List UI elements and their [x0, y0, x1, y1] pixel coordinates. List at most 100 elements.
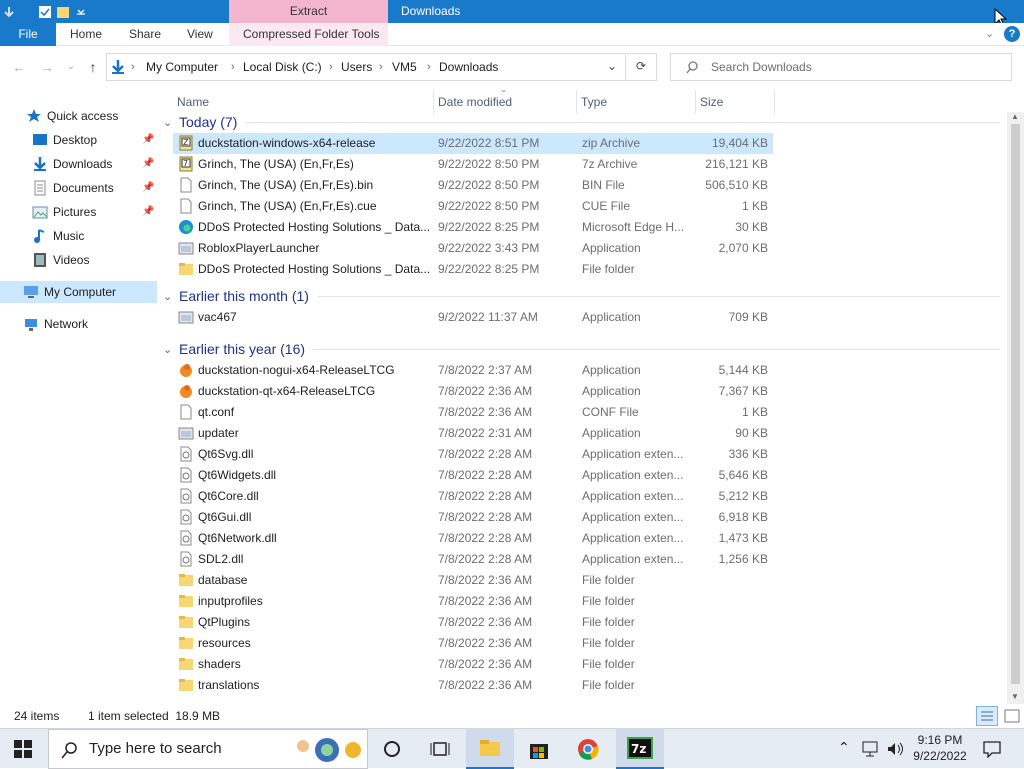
- file-row[interactable]: database 7/8/2022 2:36 AM File folder: [173, 570, 773, 591]
- tab-file[interactable]: File: [0, 23, 56, 46]
- taskbar-search[interactable]: Type here to search: [48, 729, 368, 769]
- nav-my-computer[interactable]: My Computer: [0, 281, 157, 303]
- breadcrumb-local-disk[interactable]: Local Disk (C:): [243, 54, 322, 80]
- file-row[interactable]: resources 7/8/2022 2:36 AM File folder: [173, 633, 773, 654]
- show-hidden-icons-icon[interactable]: ⌃: [838, 739, 850, 756]
- file-explorer-taskbar-icon[interactable]: [466, 729, 514, 769]
- task-view-icon[interactable]: [368, 729, 416, 769]
- chrome-icon[interactable]: [564, 729, 612, 769]
- file-row[interactable]: duckstation-nogui-x64-ReleaseLTCG 7/8/202…: [173, 360, 773, 381]
- help-icon[interactable]: ?: [1004, 26, 1020, 42]
- item-count: 24 items: [14, 709, 60, 723]
- group-header[interactable]: ⌄ Earlier this year (16): [157, 339, 1000, 359]
- recent-locations-icon[interactable]: ⌄: [62, 58, 80, 76]
- file-row[interactable]: DDoS Protected Hosting Solutions _ Data.…: [173, 259, 773, 280]
- scroll-up-icon[interactable]: ▲: [1011, 112, 1019, 121]
- back-arrow-icon[interactable]: ←: [10, 58, 28, 76]
- nav-network[interactable]: Network: [23, 313, 153, 335]
- search-field[interactable]: Search Downloads: [670, 53, 1012, 81]
- address-dropdown-icon[interactable]: ⌄: [607, 59, 617, 73]
- column-type[interactable]: Type: [577, 90, 696, 114]
- file-row[interactable]: DDoS Protected Hosting Solutions _ Data.…: [173, 217, 773, 238]
- group-header[interactable]: ⌄ Today (7): [157, 112, 1000, 132]
- taskbar-search-input[interactable]: Type here to search: [89, 730, 222, 768]
- new-folder-icon[interactable]: [56, 5, 70, 19]
- expand-ribbon-icon[interactable]: ⌄: [985, 27, 994, 40]
- file-row[interactable]: 7 Grinch, The (USA) (En,Fr,Es) 9/22/2022 8…: [173, 154, 773, 175]
- file-row[interactable]: qt.conf 7/8/2022 2:36 AM CONF File 1 KB: [173, 402, 773, 423]
- svg-text:7: 7: [183, 159, 188, 168]
- pin-icon[interactable]: 📌: [142, 153, 154, 175]
- details-view-icon[interactable]: [976, 706, 998, 726]
- file-type: File folder: [582, 262, 635, 276]
- file-row[interactable]: Grinch, The (USA) (En,Fr,Es).bin 9/22/202…: [173, 175, 773, 196]
- search-input[interactable]: Search Downloads: [711, 54, 812, 80]
- file-row[interactable]: Qt6Gui.dll 7/8/2022 2:28 AM Application ex…: [173, 507, 773, 528]
- breadcrumb-my-computer[interactable]: My Computer: [146, 54, 218, 80]
- customize-qat-icon[interactable]: [74, 5, 88, 19]
- pin-icon[interactable]: 📌: [142, 201, 154, 223]
- file-row[interactable]: RobloxPlayerLauncher 9/22/2022 3:43 PM App…: [173, 238, 773, 259]
- refresh-icon[interactable]: ⟳: [636, 59, 646, 73]
- file-row[interactable]: inputprofiles 7/8/2022 2:36 AM File folder: [173, 591, 773, 612]
- nav-music[interactable]: Music: [32, 225, 156, 247]
- file-row[interactable]: SDL2.dll 7/8/2022 2:28 AM Application exte…: [173, 549, 773, 570]
- breadcrumb-users[interactable]: Users: [341, 54, 372, 80]
- nav-desktop[interactable]: Desktop 📌: [32, 129, 156, 151]
- address-bar[interactable]: › My Computer › Local Disk (C:) › Users …: [106, 53, 657, 81]
- clock[interactable]: 9:16 PM 9/22/2022: [904, 732, 976, 764]
- breadcrumb-separator-icon: ›: [427, 61, 431, 73]
- file-row[interactable]: Qt6Network.dll 7/8/2022 2:28 AM Applicatio…: [173, 528, 773, 549]
- network-status-icon[interactable]: [862, 740, 880, 761]
- large-icons-view-icon[interactable]: [1002, 706, 1022, 726]
- tab-home[interactable]: Home: [70, 23, 102, 46]
- forward-arrow-icon[interactable]: →: [38, 58, 56, 76]
- file-row[interactable]: Zduckstation-windows-x64-release 9/22/202…: [173, 133, 773, 154]
- file-row[interactable]: updater 7/8/2022 2:31 AM Application 90 KB: [173, 423, 773, 444]
- nav-videos[interactable]: Videos: [32, 249, 156, 271]
- volume-icon[interactable]: [886, 740, 904, 761]
- file-row[interactable]: Qt6Widgets.dll 7/8/2022 2:28 AM Applicatio…: [173, 465, 773, 486]
- file-row[interactable]: vac467 9/2/2022 11:37 AM Application 709 KB: [173, 307, 773, 328]
- tab-share[interactable]: Share: [129, 23, 161, 46]
- vertical-scrollbar[interactable]: ▲ ▼: [1007, 112, 1024, 704]
- down-arrow-icon[interactable]: [2, 5, 16, 19]
- tab-view[interactable]: View: [187, 23, 213, 46]
- column-name[interactable]: Name: [173, 90, 434, 114]
- nav-documents[interactable]: Documents 📌: [32, 177, 156, 199]
- widgets-icon[interactable]: [416, 729, 464, 769]
- group-header[interactable]: ⌄ Earlier this month (1): [157, 286, 1000, 306]
- file-row[interactable]: duckstation-qt-x64-ReleaseLTCG 7/8/2022 2…: [173, 381, 773, 402]
- file-date: 9/22/2022 8:50 PM: [438, 178, 540, 192]
- up-arrow-icon[interactable]: ↑: [84, 58, 102, 76]
- nav-quick-access[interactable]: Quick access: [26, 105, 156, 127]
- tab-compressed-folder-tools[interactable]: Compressed Folder Tools: [243, 23, 380, 46]
- file-row[interactable]: translations 7/8/2022 2:36 AM File folder: [173, 675, 773, 696]
- properties-icon[interactable]: [38, 5, 52, 19]
- scrollbar-thumb[interactable]: [1011, 124, 1020, 684]
- column-size[interactable]: Size: [696, 90, 775, 114]
- breadcrumb-vm5[interactable]: VM5: [392, 54, 417, 80]
- file-row[interactable]: shaders 7/8/2022 2:36 AM File folder: [173, 654, 773, 675]
- file-name: updater: [198, 426, 239, 440]
- seven-zip-icon[interactable]: 7z: [616, 729, 664, 769]
- file-row[interactable]: Grinch, The (USA) (En,Fr,Es).cue 9/22/202…: [173, 196, 773, 217]
- breadcrumb-downloads[interactable]: Downloads: [439, 54, 498, 80]
- chevron-down-icon[interactable]: ⌄: [163, 343, 179, 356]
- nav-downloads[interactable]: Downloads 📌: [32, 153, 156, 175]
- chevron-down-icon[interactable]: ⌄: [163, 116, 179, 129]
- chevron-down-icon[interactable]: ⌄: [163, 290, 179, 303]
- file-row[interactable]: Qt6Svg.dll 7/8/2022 2:28 AM Application ex…: [173, 444, 773, 465]
- group-label: Earlier this month (1): [179, 288, 309, 304]
- windows-start-icon[interactable]: [14, 740, 32, 761]
- file-row[interactable]: QtPlugins 7/8/2022 2:36 AM File folder: [173, 612, 773, 633]
- file-size: 336 KB: [728, 447, 768, 461]
- pin-icon[interactable]: 📌: [142, 177, 154, 199]
- search-highlight-icon[interactable]: [293, 736, 365, 767]
- notifications-icon[interactable]: [983, 740, 1001, 761]
- nav-pictures[interactable]: Pictures 📌: [32, 201, 156, 223]
- scroll-down-icon[interactable]: ▼: [1011, 692, 1019, 701]
- file-row[interactable]: Qt6Core.dll 7/8/2022 2:28 AM Application e…: [173, 486, 773, 507]
- pin-icon[interactable]: 📌: [142, 129, 154, 151]
- store-icon[interactable]: [515, 729, 563, 769]
